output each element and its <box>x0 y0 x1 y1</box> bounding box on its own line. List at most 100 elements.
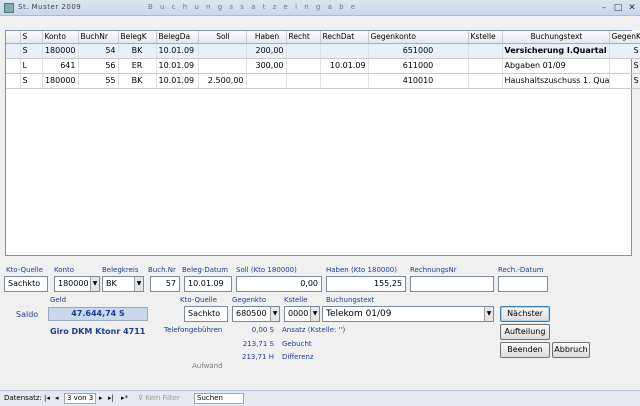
cell[interactable] <box>286 43 321 59</box>
cell[interactable]: ER <box>118 58 157 74</box>
first-record-icon[interactable]: |◂ <box>44 394 50 402</box>
cell[interactable]: 611000 <box>368 58 469 74</box>
cell[interactable]: 10.01.09 <box>156 58 199 74</box>
record-position-field[interactable]: 3 von 3 <box>64 393 96 404</box>
kstelle-select[interactable]: 0000 ▼ <box>284 306 320 322</box>
kto-quelle2-value: Sachkto <box>188 309 221 318</box>
chevron-down-icon[interactable]: ▼ <box>484 307 493 321</box>
row-selector[interactable] <box>6 58 21 74</box>
maximize-button[interactable]: □ <box>612 3 624 13</box>
buchungstext-select[interactable]: Telekom 01/09 ▼ <box>322 306 494 322</box>
haben-field[interactable]: 155,25 <box>326 276 406 292</box>
belegkreis-select[interactable]: BK ▼ <box>102 276 144 292</box>
aufteilung-button[interactable]: Aufteilung <box>500 324 550 340</box>
kto-quelle-select[interactable]: Sachkto <box>4 276 48 292</box>
cell[interactable] <box>468 58 503 74</box>
chevron-down-icon[interactable]: ▼ <box>134 277 143 291</box>
cell[interactable]: 410010 <box>368 73 469 89</box>
chevron-down-icon[interactable]: ▼ <box>270 307 279 321</box>
rech-datum-field[interactable] <box>498 276 548 292</box>
cell[interactable]: S <box>20 43 43 59</box>
giro-account: Giro DKM Ktonr 4711 <box>50 327 146 336</box>
cell[interactable]: Haushaltszuschuss 1. Quar <box>502 73 610 89</box>
buchnr-field[interactable]: 57 <box>150 276 180 292</box>
row-selector[interactable] <box>6 73 21 89</box>
col-header[interactable]: RechDat <box>320 31 369 44</box>
col-header[interactable]: Soll <box>198 31 247 44</box>
table-row[interactable]: S 180000 54 BK 10.01.09 200,00 651000 Ve… <box>6 43 640 59</box>
konto-label: Konto <box>54 266 74 274</box>
kstelle-label: Kstelle <box>284 296 308 304</box>
cell[interactable]: BK <box>118 73 157 89</box>
cell[interactable]: 10.01.09 <box>156 73 199 89</box>
soll-field[interactable]: 0,00 <box>236 276 322 292</box>
search-input[interactable]: Suchen <box>194 393 244 404</box>
record-navigation-bar: Datensatz: |◂ ◂ 3 von 3 ▸ ▸| ▸* ⊽ Kein F… <box>0 390 640 406</box>
buchnr-label: Buch.Nr <box>148 266 176 274</box>
cell[interactable]: 55 <box>78 73 119 89</box>
buchungstext-label: Buchungstext <box>326 296 375 304</box>
beleg-datum-field[interactable]: 10.01.09 <box>184 276 232 292</box>
col-header[interactable]: Buchungstext <box>502 31 610 44</box>
gegenkto-select[interactable]: 680500 ▼ <box>232 306 280 322</box>
cell[interactable]: 651000 <box>368 43 469 59</box>
cell[interactable] <box>246 73 287 89</box>
col-header[interactable]: Recht <box>286 31 321 44</box>
next-record-icon[interactable]: ▸ <box>99 394 103 402</box>
abbruch-button[interactable]: Abbruch <box>552 342 590 358</box>
col-header[interactable]: BelegDa <box>156 31 199 44</box>
close-button[interactable]: ✕ <box>626 3 638 13</box>
cell[interactable]: 300,00 <box>246 58 287 74</box>
cell[interactable]: L <box>20 58 43 74</box>
cell[interactable] <box>320 73 369 89</box>
cell[interactable]: S <box>609 43 640 59</box>
booking-grid[interactable]: S Konto BuchNr BelegK BelegDa Soll Haben… <box>5 30 640 256</box>
new-record-icon[interactable]: ▸* <box>121 394 128 402</box>
last-record-icon[interactable]: ▸| <box>108 394 114 402</box>
row-selector[interactable] <box>6 43 21 59</box>
cell[interactable]: S <box>609 73 640 89</box>
kto-quelle2-label: Kto-Quelle <box>180 296 217 304</box>
chevron-down-icon[interactable]: ▼ <box>90 277 99 291</box>
cell[interactable]: Versicherung I.Quartal <box>502 43 610 59</box>
kto-quelle2-select[interactable]: Sachkto <box>184 306 228 322</box>
cell[interactable]: BK <box>118 43 157 59</box>
beenden-button[interactable]: Beenden <box>500 342 550 358</box>
table-row[interactable]: L 641 56 ER 10.01.09 300,00 10.01.09 611… <box>6 58 640 74</box>
minimize-button[interactable]: – <box>598 3 610 13</box>
col-header[interactable]: Kstelle <box>468 31 503 44</box>
next-button[interactable]: Nächster <box>500 306 550 322</box>
cell[interactable] <box>198 58 247 74</box>
col-header[interactable]: Gegenkonto <box>368 31 469 44</box>
col-header[interactable]: BelegK <box>118 31 157 44</box>
col-header[interactable]: S <box>20 31 43 44</box>
cell[interactable]: 2.500,00 <box>198 73 247 89</box>
cell[interactable] <box>320 43 369 59</box>
cell[interactable]: 10.01.09 <box>156 43 199 59</box>
cell[interactable]: 54 <box>78 43 119 59</box>
cell[interactable] <box>198 43 247 59</box>
cell[interactable] <box>286 58 321 74</box>
cell[interactable]: Abgaben 01/09 <box>502 58 610 74</box>
chevron-down-icon[interactable]: ▼ <box>310 307 319 321</box>
cell[interactable] <box>468 73 503 89</box>
col-header[interactable]: Konto <box>42 31 79 44</box>
cell[interactable]: 180000 <box>42 73 79 89</box>
cell[interactable] <box>286 73 321 89</box>
col-header[interactable]: BuchNr <box>78 31 119 44</box>
col-header[interactable]: Haben <box>246 31 287 44</box>
col-header[interactable]: GegenKtoQu <box>609 31 640 44</box>
cell[interactable] <box>468 43 503 59</box>
table-row[interactable]: S 180000 55 BK 10.01.09 2.500,00 410010 … <box>6 73 640 89</box>
cell[interactable]: S <box>20 73 43 89</box>
cell[interactable]: 180000 <box>42 43 79 59</box>
cell[interactable]: 641 <box>42 58 79 74</box>
previous-record-icon[interactable]: ◂ <box>55 394 59 402</box>
cell[interactable]: S <box>609 58 640 74</box>
cell[interactable]: 200,00 <box>246 43 287 59</box>
rechnungsnr-field[interactable] <box>410 276 494 292</box>
filter-status: ⊽ Kein Filter <box>138 394 180 402</box>
cell[interactable]: 56 <box>78 58 119 74</box>
konto-select[interactable]: 180000 ▼ <box>54 276 100 292</box>
cell[interactable]: 10.01.09 <box>320 58 369 74</box>
